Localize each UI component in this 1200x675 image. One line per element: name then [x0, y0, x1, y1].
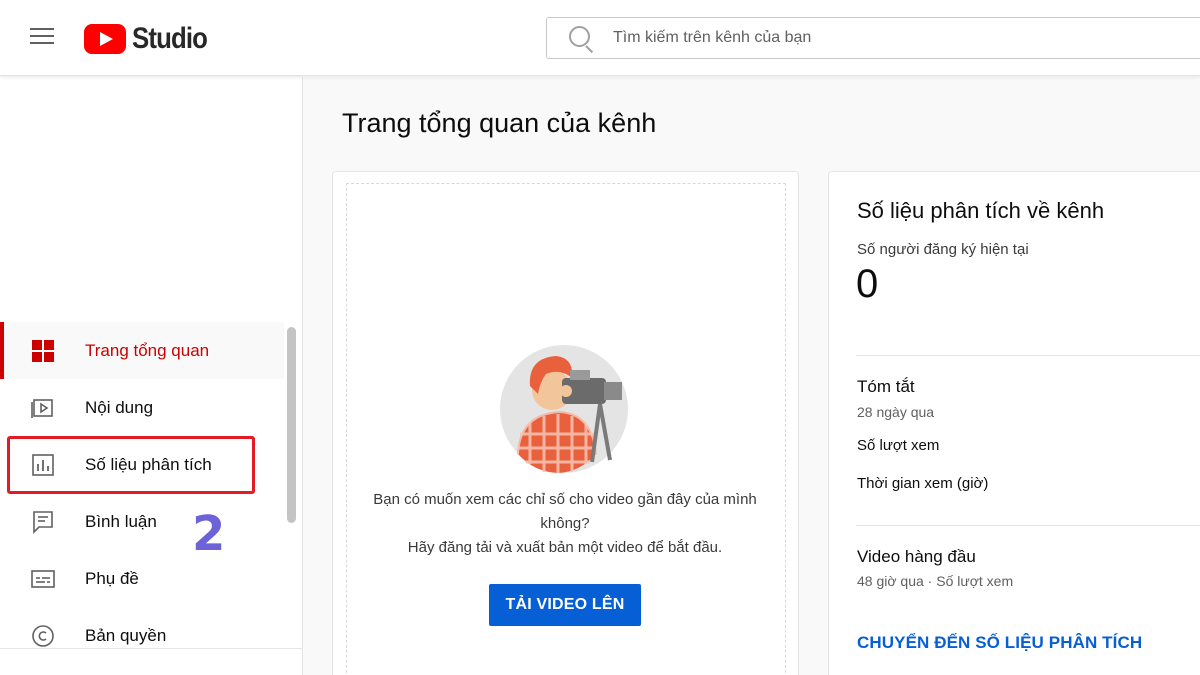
- studio-logo[interactable]: Studio: [84, 22, 219, 56]
- empty-state-text: Bạn có muốn xem các chỉ số cho video gần…: [340, 488, 790, 560]
- content-icon: [31, 398, 53, 418]
- subscribers-value: 0: [856, 262, 879, 306]
- sidebar-item-label: Trang tổng quan: [85, 340, 210, 360]
- camera-operator-illustration: [500, 345, 628, 473]
- sidebar-item-label: Phụ đề: [85, 568, 139, 588]
- watch-time-label: Thời gian xem (giờ): [857, 475, 989, 492]
- page-title: Trang tổng quan của kênh: [342, 108, 657, 138]
- sidebar-item-content[interactable]: Nội dung: [0, 379, 284, 436]
- upload-video-button[interactable]: TẢI VIDEO LÊN: [489, 584, 641, 626]
- step-number: 2: [192, 506, 226, 562]
- search-input[interactable]: Tìm kiếm trên kênh của bạn: [546, 17, 1200, 59]
- top-videos-subtitle: 48 giờ qua · Số lượt xem: [857, 573, 1014, 589]
- sidebar: Trang tổng quan Nội dung Số liệu phân tí…: [0, 77, 303, 675]
- logo-text: Studio: [132, 22, 208, 55]
- sidebar-item-label: Nội dung: [85, 397, 154, 417]
- go-to-analytics-link[interactable]: CHUYỂN ĐẾN SỐ LIỆU PHÂN TÍCH: [857, 633, 1142, 653]
- menu-icon[interactable]: [30, 28, 54, 46]
- comments-icon: [33, 510, 53, 534]
- subtitles-icon: [31, 569, 55, 588]
- empty-state-line: Bạn có muốn xem các chỉ số cho video gần…: [373, 491, 757, 508]
- search-placeholder: Tìm kiếm trên kênh của bạn: [613, 29, 812, 46]
- search-icon[interactable]: [567, 18, 607, 58]
- sidebar-item-comments[interactable]: Bình luận: [0, 493, 284, 550]
- sidebar-item-label: Bản quyền: [85, 625, 167, 645]
- empty-state-line: Hãy đăng tải và xuất bản một video để bắ…: [407, 539, 723, 556]
- analytics-title: Số liệu phân tích về kênh: [857, 198, 1105, 223]
- summary-title: Tóm tắt: [857, 377, 915, 396]
- sidebar-item-copyright[interactable]: Bản quyền: [0, 607, 284, 664]
- subscribers-label: Số người đăng ký hiện tại: [857, 241, 1029, 258]
- top-videos-title: Video hàng đầu: [857, 547, 976, 566]
- sidebar-item-dashboard[interactable]: Trang tổng quan: [0, 322, 284, 379]
- sidebar-scrollbar[interactable]: [287, 327, 296, 523]
- views-label: Số lượt xem: [857, 437, 940, 454]
- sidebar-item-subtitles[interactable]: Phụ đề: [0, 550, 284, 607]
- divider: [856, 355, 1200, 356]
- sidebar-divider: [0, 648, 303, 649]
- divider: [856, 525, 1200, 526]
- dashboard-icon: [31, 338, 55, 363]
- highlight-box: [7, 436, 255, 494]
- empty-state-line: không?: [540, 515, 590, 532]
- copyright-icon: [32, 624, 54, 647]
- sidebar-item-label: Bình luận: [85, 511, 157, 531]
- top-bar: Studio Tìm kiếm trên kênh của bạn: [0, 0, 1200, 76]
- summary-period: 28 ngày qua: [857, 404, 935, 420]
- youtube-play-icon: [84, 24, 126, 54]
